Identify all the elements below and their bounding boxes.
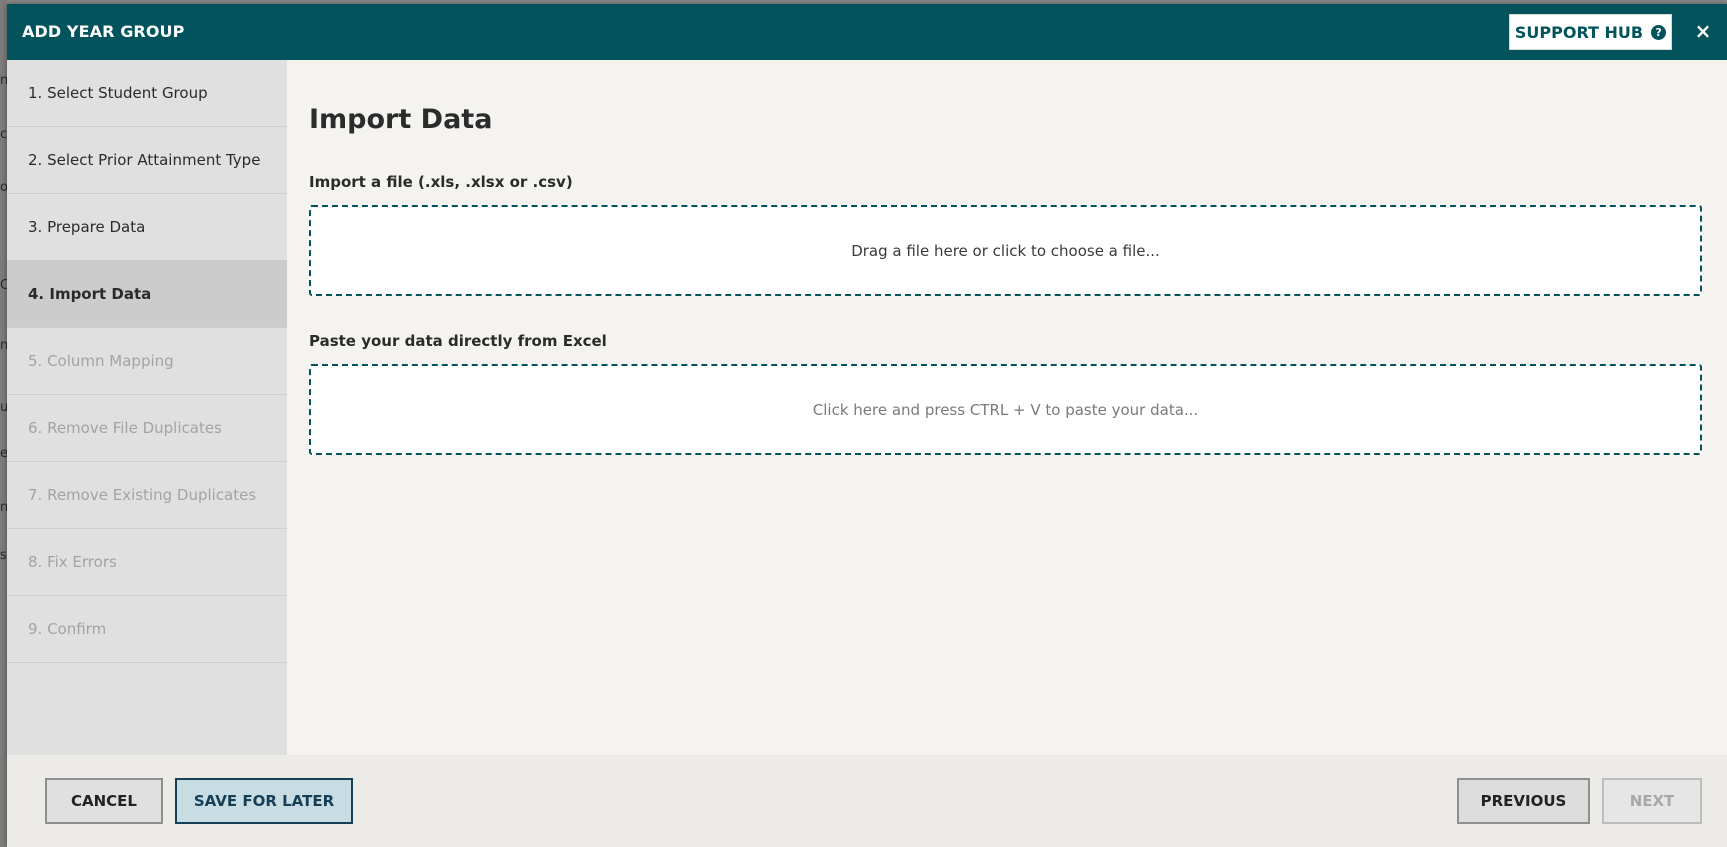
paste-data-label: Paste your data directly from Excel <box>309 332 607 350</box>
step-select-student-group[interactable]: 1. Select Student Group <box>7 60 287 127</box>
background-fragment: C <box>0 278 7 293</box>
step-confirm: 9. Confirm <box>7 596 287 663</box>
background-fragment: e <box>0 446 7 461</box>
background-fragment: n <box>0 500 7 515</box>
background-fragment: st <box>0 548 7 563</box>
save-for-later-button[interactable]: SAVE FOR LATER <box>175 778 353 824</box>
background-fragment: c <box>0 127 7 142</box>
main-content: Import Data Import a file (.xls, .xlsx o… <box>287 60 1727 755</box>
modal-header: ADD YEAR GROUP SUPPORT HUB ? × <box>7 4 1727 60</box>
support-hub-label: SUPPORT HUB <box>1514 22 1644 42</box>
background-fragment: o <box>0 180 7 195</box>
modal-footer: CANCEL SAVE FOR LATER PREVIOUS NEXT <box>7 755 1727 847</box>
file-dropzone-text: Drag a file here or click to choose a fi… <box>851 241 1160 260</box>
step-fix-errors: 8. Fix Errors <box>7 529 287 596</box>
paste-zone-text: Click here and press CTRL + V to paste y… <box>812 400 1199 419</box>
paste-data-zone[interactable]: Click here and press CTRL + V to paste y… <box>309 364 1702 455</box>
step-select-prior-attainment-type[interactable]: 2. Select Prior Attainment Type <box>7 127 287 194</box>
close-icon[interactable]: × <box>1693 20 1713 42</box>
modal-title: ADD YEAR GROUP <box>22 22 185 41</box>
step-prepare-data[interactable]: 3. Prepare Data <box>7 194 287 261</box>
background-fragment: n <box>0 338 7 353</box>
previous-button[interactable]: PREVIOUS <box>1457 778 1590 824</box>
step-remove-existing-duplicates: 7. Remove Existing Duplicates <box>7 462 287 529</box>
next-button[interactable]: NEXT <box>1602 778 1702 824</box>
background-page-edge: n c o C n u e n st <box>0 0 7 847</box>
support-hub-button[interactable]: SUPPORT HUB ? <box>1509 14 1672 50</box>
import-file-label: Import a file (.xls, .xlsx or .csv) <box>309 173 573 191</box>
step-import-data[interactable]: 4. Import Data <box>7 261 287 328</box>
cancel-button[interactable]: CANCEL <box>45 778 163 824</box>
wizard-steps-sidebar: 1. Select Student Group 2. Select Prior … <box>7 60 287 755</box>
background-fragment: u <box>0 400 7 415</box>
file-dropzone[interactable]: Drag a file here or click to choose a fi… <box>309 205 1702 296</box>
add-year-group-modal: ADD YEAR GROUP SUPPORT HUB ? × 1. Select… <box>7 4 1727 847</box>
background-fragment: n <box>0 73 7 88</box>
step-column-mapping: 5. Column Mapping <box>7 328 287 395</box>
page-title: Import Data <box>309 104 493 135</box>
step-remove-file-duplicates: 6. Remove File Duplicates <box>7 395 287 462</box>
help-circle-icon: ? <box>1651 24 1667 40</box>
